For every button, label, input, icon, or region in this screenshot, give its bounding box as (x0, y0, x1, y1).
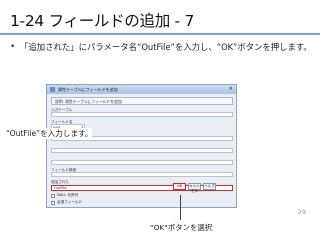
help-button[interactable]: ヘルプ (203, 183, 216, 190)
description-box: 説明: 属性テーブルにフィールドを追加 (51, 97, 233, 105)
close-icon[interactable]: ✕ (229, 87, 233, 92)
callout-enter-outfile: “OutFile”を入力します。 (6, 128, 93, 139)
field-length-field[interactable] (51, 172, 233, 177)
dialog-titlebar: 属性テーブルにフィールドを追加 ✕ (47, 85, 236, 94)
callout-arrow (180, 195, 181, 220)
ok-button[interactable]: OK (173, 183, 186, 190)
field-scale-field[interactable] (51, 160, 233, 165)
title-divider (0, 33, 320, 35)
cancel-button[interactable]: キャンセル (188, 183, 201, 193)
check-label: NULL を許可 (57, 193, 79, 197)
bullet-icon: • (10, 42, 16, 52)
dialog-title: 属性テーブルにフィールドを追加 (58, 86, 118, 92)
checkbox-icon[interactable] (51, 200, 55, 205)
input-table-field[interactable] (51, 112, 233, 117)
callout-select-ok: “OK”ボタンを選択 (150, 223, 213, 232)
field-precision-field[interactable] (51, 148, 233, 153)
required-checkbox[interactable]: 必須フィールド (51, 200, 233, 205)
check-label: 必須フィールド (57, 200, 83, 204)
allow-null-checkbox[interactable]: NULL を許可 (51, 193, 233, 198)
slide-title: 1-24 フィールドの追加 - 7 (10, 12, 195, 30)
page-number: 29 (297, 208, 306, 216)
instruction-text: 「追加された」にパラメータ名“OutFile”を入力し、“OK”ボタンを押します… (20, 42, 312, 52)
app-icon (50, 87, 55, 92)
checkbox-icon[interactable] (51, 193, 55, 198)
